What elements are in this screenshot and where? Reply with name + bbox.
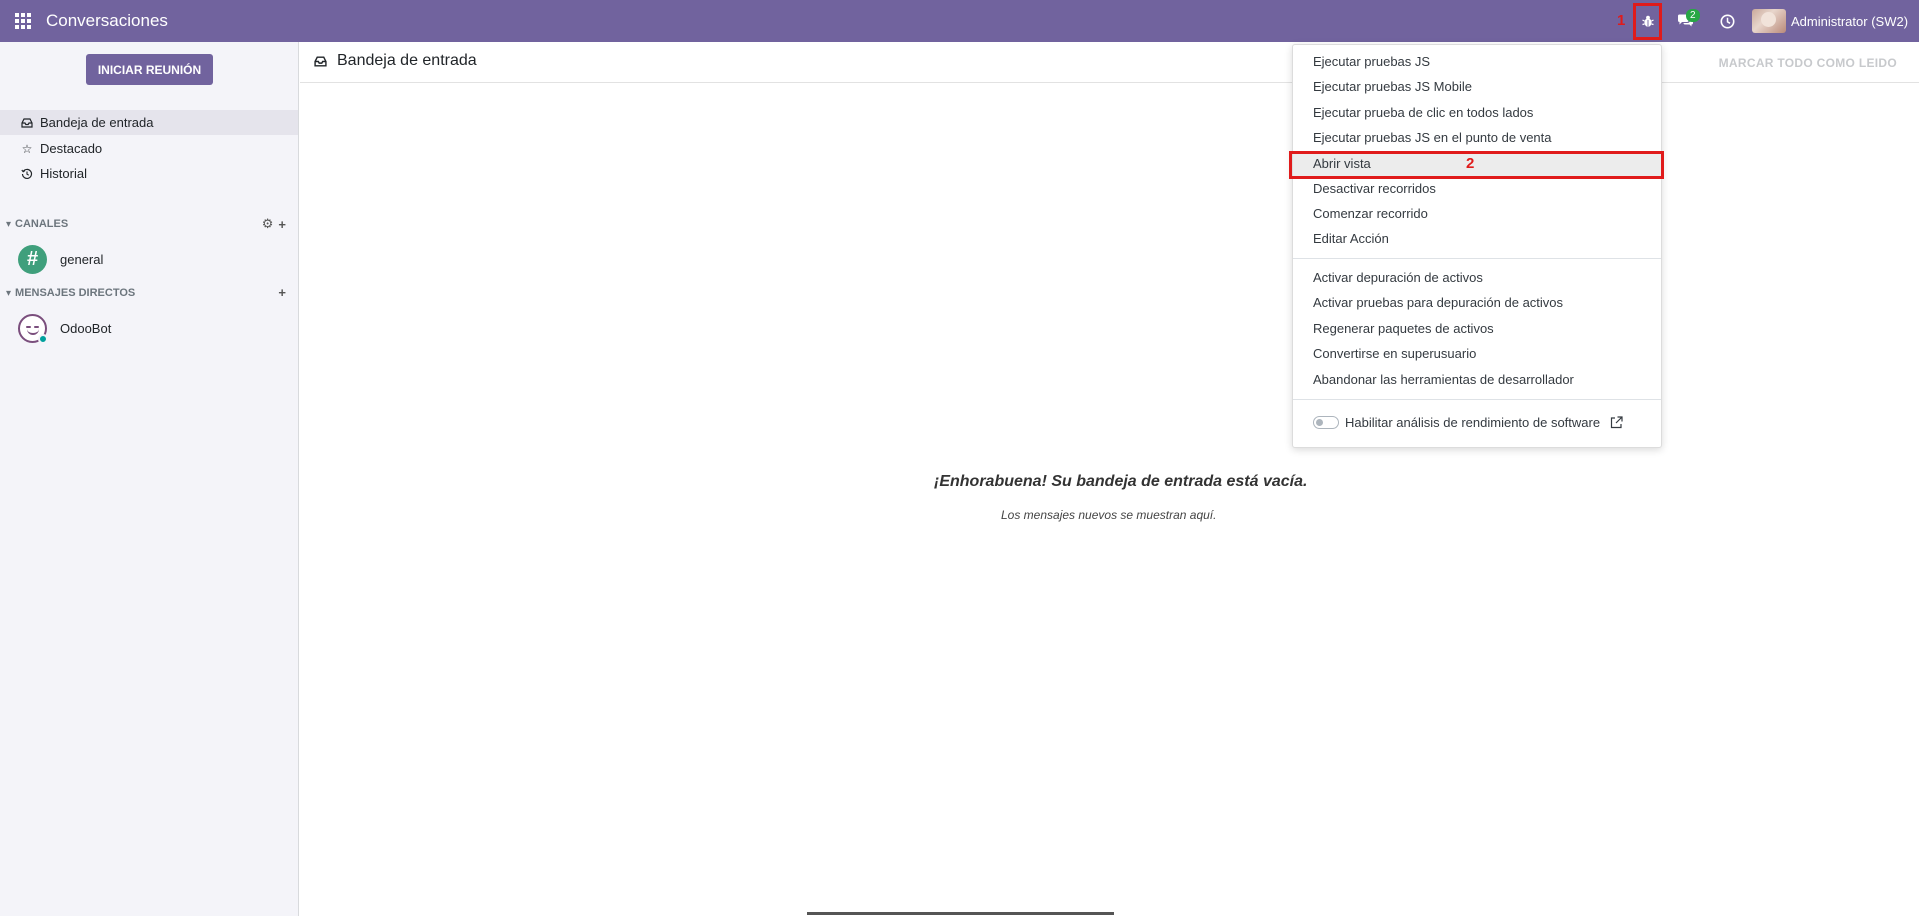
scroll-indicator — [807, 912, 1114, 915]
debug-menu-button[interactable] — [1633, 3, 1662, 40]
menu-item-regenerate-assets[interactable]: Regenerar paquetes de activos — [1293, 316, 1661, 341]
menu-divider — [1293, 399, 1661, 400]
user-avatar — [1752, 9, 1786, 33]
top-navbar: Conversaciones — [0, 0, 1919, 42]
app-title[interactable]: Conversaciones — [46, 11, 168, 31]
discuss-sidebar: INICIAR REUNIÓN Bandeja de entrada ☆ Des… — [0, 42, 299, 916]
sidebar-item-inbox[interactable]: Bandeja de entrada — [0, 110, 298, 135]
menu-item-start-tour[interactable]: Comenzar recorrido — [1293, 201, 1661, 226]
add-chat-icon[interactable]: + — [278, 285, 286, 300]
odoobot-avatar — [18, 314, 48, 344]
menu-item-run-js-mobile-tests[interactable]: Ejecutar pruebas JS Mobile — [1293, 74, 1661, 99]
user-menu[interactable]: Administrator (SW2) — [1752, 7, 1908, 35]
direct-message-item-odoobot[interactable]: OdooBot — [18, 314, 112, 344]
online-status-icon — [38, 334, 48, 344]
sidebar-item-history[interactable]: Historial — [0, 161, 298, 186]
sidebar-item-label: Destacado — [40, 141, 103, 156]
history-icon — [20, 168, 34, 180]
channels-heading[interactable]: ▾ CANALES — [6, 218, 68, 230]
channel-item-general[interactable]: # general — [18, 245, 103, 274]
gear-icon[interactable]: ⚙ — [262, 216, 274, 232]
channels-heading-label: CANALES — [15, 218, 69, 230]
activity-menu-button[interactable] — [1714, 8, 1740, 34]
menu-item-disable-tours[interactable]: Desactivar recorridos — [1293, 176, 1661, 201]
control-panel: Bandeja de entrada MARCAR TODO COMO LEID… — [300, 42, 1919, 83]
mark-all-read-button[interactable]: MARCAR TODO COMO LEIDO — [1719, 56, 1897, 70]
profiling-toggle[interactable] — [1313, 416, 1339, 429]
menu-item-assets-debug[interactable]: Activar depuración de activos — [1293, 265, 1661, 290]
bug-icon — [1641, 15, 1654, 27]
direct-messages-heading-label: MENSAJES DIRECTOS — [15, 287, 136, 299]
inbox-icon — [20, 117, 34, 128]
annotation-highlight-box — [1289, 151, 1664, 179]
unread-count-badge: 2 — [1686, 9, 1700, 22]
page-title: Bandeja de entrada — [314, 52, 477, 70]
chevron-down-icon: ▾ — [6, 218, 12, 230]
menu-item-become-superuser[interactable]: Convertirse en superusuario — [1293, 341, 1661, 366]
empty-inbox-title: ¡Enhorabuena! Su bandeja de entrada está… — [934, 473, 1308, 490]
menu-item-enable-profiling[interactable]: Habilitar análisis de rendimiento de sof… — [1313, 415, 1623, 430]
start-meeting-button[interactable]: INICIAR REUNIÓN — [86, 54, 213, 85]
external-link-icon[interactable] — [1610, 416, 1623, 429]
direct-message-label: OdooBot — [60, 321, 112, 336]
menu-item-run-js-tests[interactable]: Ejecutar pruebas JS — [1293, 49, 1661, 74]
annotation-marker-1: 1 — [1617, 12, 1626, 29]
clock-icon — [1720, 14, 1734, 28]
menu-item-run-pos-js-tests[interactable]: Ejecutar pruebas JS en el punto de venta — [1293, 125, 1661, 150]
empty-inbox-subtitle: Los mensajes nuevos se muestran aquí. — [1001, 508, 1217, 522]
annotation-marker-2: 2 — [1466, 155, 1475, 172]
menu-divider — [1293, 258, 1661, 259]
inbox-icon — [314, 55, 327, 67]
channels-actions: ⚙ + — [262, 216, 286, 232]
menu-item-leave-developer-tools[interactable]: Abandonar las herramientas de desarrolla… — [1293, 367, 1661, 392]
channel-label: general — [60, 252, 104, 267]
direct-messages-actions: + — [278, 285, 286, 300]
direct-messages-heading[interactable]: ▾ MENSAJES DIRECTOS — [6, 287, 135, 299]
user-name: Administrator (SW2) — [1791, 13, 1909, 29]
menu-item-tests-assets-debug[interactable]: Activar pruebas para depuración de activ… — [1293, 290, 1661, 315]
page-title-label: Bandeja de entrada — [337, 52, 477, 69]
sidebar-item-label: Bandeja de entrada — [40, 115, 154, 130]
add-channel-icon[interactable]: + — [278, 217, 286, 232]
hash-icon: # — [18, 245, 47, 274]
debug-dropdown-menu: Ejecutar pruebas JS Ejecutar pruebas JS … — [1292, 44, 1662, 448]
menu-item-edit-action[interactable]: Editar Acción — [1293, 226, 1661, 251]
star-icon: ☆ — [21, 141, 33, 156]
sidebar-item-starred[interactable]: ☆ Destacado — [0, 136, 298, 161]
profiling-label: Habilitar análisis de rendimiento de sof… — [1345, 415, 1601, 430]
menu-item-run-click-everywhere[interactable]: Ejecutar prueba de clic en todos lados — [1293, 100, 1661, 125]
chevron-down-icon: ▾ — [6, 287, 12, 299]
sidebar-item-label: Historial — [40, 166, 87, 181]
apps-menu-icon[interactable] — [0, 0, 46, 42]
